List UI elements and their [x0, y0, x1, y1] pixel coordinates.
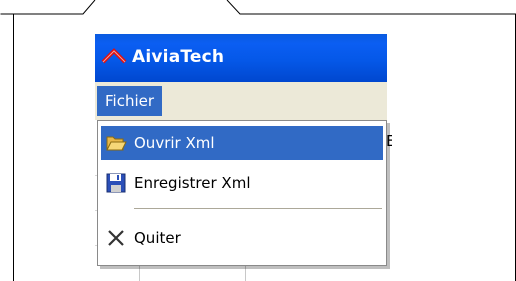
window-title: AiviaTech	[132, 47, 225, 67]
title-bar: AiviaTech	[95, 34, 387, 82]
menu-item-ouvrir-xml[interactable]: Ouvrir Xml	[101, 126, 383, 160]
open-folder-icon	[106, 136, 127, 151]
menu-item-enregistrer-xml[interactable]: Enregistrer Xml	[101, 166, 383, 200]
menu-separator	[134, 208, 382, 210]
menu-bar: Fichier	[95, 82, 387, 120]
menu-fichier[interactable]: Fichier	[97, 86, 163, 116]
close-x-icon	[108, 230, 124, 246]
aiviatech-logo-icon	[101, 48, 127, 64]
menu-item-quiter[interactable]: Quiter	[101, 221, 383, 255]
menu-item-label: Quiter	[134, 229, 181, 247]
fichier-dropdown-menu: Ouvrir Xml Enregistrer Xml Quiter	[97, 120, 387, 266]
floppy-disk-icon	[106, 173, 126, 193]
menu-item-label: Enregistrer Xml	[134, 174, 251, 192]
menu-item-label: Ouvrir Xml	[134, 134, 215, 152]
